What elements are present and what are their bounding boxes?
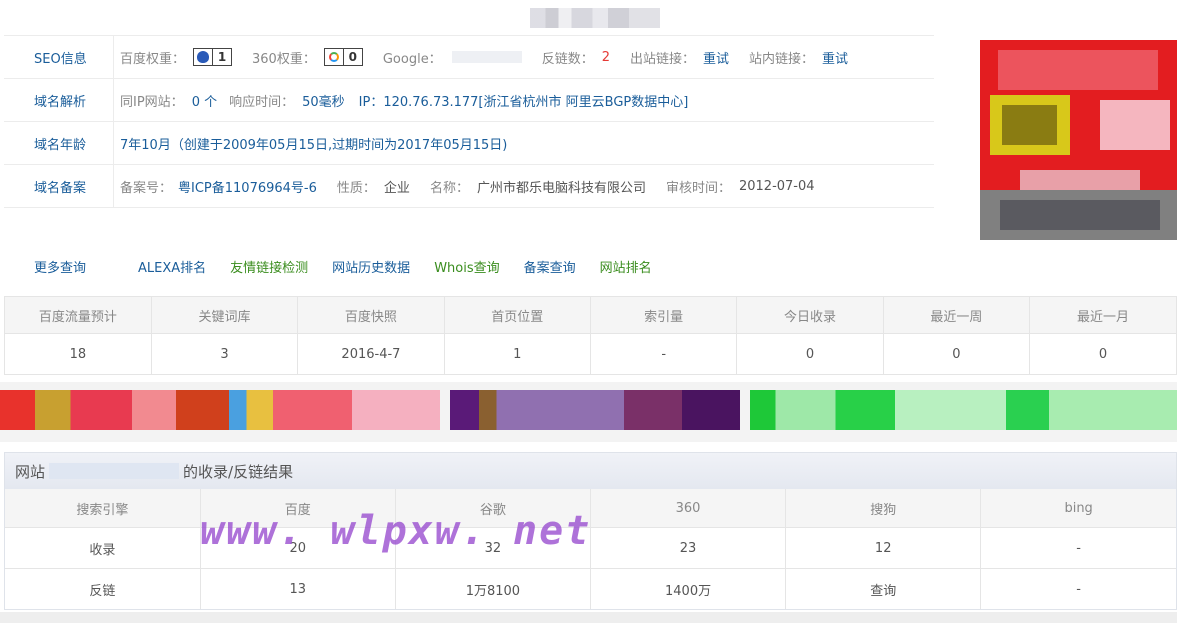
s360-index-value: 23 (590, 527, 787, 569)
site-thumbnail-blurred (980, 40, 1177, 240)
beian-query-link[interactable]: 备案查询 (524, 257, 576, 276)
results-header: 360 (590, 489, 787, 528)
google-label: Google： (382, 51, 442, 67)
beian-no-label: 备案号： (120, 180, 173, 196)
beian-label: 域名备案 (4, 165, 114, 207)
bing-backlink-value: - (980, 568, 1176, 609)
s360-weight-badge[interactable]: 0 (323, 48, 363, 66)
stats-value: 3 (151, 333, 299, 374)
stats-header: 最近一月 (1029, 297, 1176, 334)
results-header: 搜索引擎 (5, 489, 201, 528)
age-value: 7年10月（创建于2009年05月15日,过期时间为2017年05月15日) (120, 137, 508, 153)
baidu-paw-icon (194, 49, 214, 65)
stats-value: 18 (5, 333, 152, 374)
ad-banner-2[interactable] (450, 390, 740, 430)
backlinks-label: 反链数： (541, 51, 594, 67)
stats-value: 1 (444, 333, 592, 374)
stats-value: 0 (883, 333, 1031, 374)
same-ip-label: 同IP网站： (120, 94, 184, 110)
stats-value: 0 (736, 333, 884, 374)
outlinks-label: 出站链接： (629, 51, 695, 67)
stats-value: 2016-4-7 (297, 333, 445, 374)
s360-ring-icon (325, 49, 344, 65)
stats-header: 索引量 (590, 297, 738, 334)
alexa-rank-link[interactable]: ALEXA排名 (138, 257, 206, 276)
stats-header: 今日收录 (736, 297, 884, 334)
dns-row: 域名解析 同IP网站： 0 个 响应时间： 50毫秒 IP：120.76.73.… (4, 79, 934, 122)
ip-value[interactable]: IP：120.76.73.177[浙江省杭州市 阿里云BGP数据中心] (359, 91, 689, 110)
stats-header: 最近一周 (883, 297, 1031, 334)
results-header: 搜狗 (785, 489, 982, 528)
seo-label: SEO信息 (4, 36, 114, 78)
beian-type-value: 企业 (383, 180, 410, 196)
sogou-backlink-query-link[interactable]: 查询 (785, 568, 982, 609)
backlinks-value[interactable]: 2 (602, 50, 610, 65)
whois-link[interactable]: Whois查询 (434, 257, 499, 276)
bing-index-value: - (980, 527, 1176, 569)
stats-value: - (590, 333, 738, 374)
watermark-text: www. wlpxw. net (200, 508, 592, 554)
response-time-value: 50毫秒 (302, 94, 345, 110)
inlinks-retry-link[interactable]: 重试 (822, 48, 848, 67)
s360-weight-label: 360权重： (252, 51, 316, 67)
stats-value: 0 (1029, 333, 1176, 374)
ad-banner-1[interactable] (0, 390, 440, 430)
row-label: 收录 (5, 527, 201, 569)
table-row: 反链 13 1万8100 1400万 查询 - (5, 568, 1176, 609)
stats-table: 百度流量预计 关键词库 百度快照 首页位置 索引量 今日收录 最近一周 最近一月… (4, 296, 1177, 375)
response-time-label: 响应时间： (229, 94, 295, 110)
beian-name-value: 广州市都乐电脑科技有限公司 (476, 180, 646, 196)
beian-row: 域名备案 备案号： 粤ICP备11076964号-6 性质： 企业 名称： 广州… (4, 165, 934, 208)
inlinks-label: 站内链接： (749, 51, 815, 67)
friend-link-check-link[interactable]: 友情链接检测 (230, 257, 308, 276)
stats-header: 百度快照 (297, 297, 445, 334)
more-queries-row: 更多查询 ALEXA排名 友情链接检测 网站历史数据 Whois查询 备案查询 … (4, 245, 1177, 287)
google-backlink-value[interactable]: 1万8100 (395, 568, 591, 609)
site-history-link[interactable]: 网站历史数据 (332, 257, 410, 276)
outlinks-retry-link[interactable]: 重试 (703, 48, 729, 67)
age-row: 域名年龄 7年10月（创建于2009年05月15日,过期时间为2017年05月1… (4, 122, 934, 165)
s360-backlink-value: 1400万 (590, 568, 787, 609)
results-title: 网站 的收录/反链结果 (5, 453, 1176, 489)
stats-header: 首页位置 (444, 297, 592, 334)
results-header: bing (980, 489, 1176, 528)
dns-label: 域名解析 (4, 79, 114, 121)
sogou-index-value[interactable]: 12 (785, 527, 982, 569)
baidu-weight-label: 百度权重： (120, 51, 186, 67)
more-queries-label: 更多查询 (34, 260, 87, 276)
stats-header: 关键词库 (151, 297, 299, 334)
age-label: 域名年龄 (4, 122, 114, 164)
site-title-blurred (530, 8, 660, 28)
beian-type-label: 性质： (336, 180, 376, 196)
beian-time-label: 审核时间： (665, 180, 731, 196)
domain-blurred (49, 463, 180, 479)
beian-time-value: 2012-07-04 (738, 178, 815, 194)
seo-row: SEO信息 百度权重： 1 360权重： 0 Google： 反链数： 2 出站… (4, 36, 934, 79)
baidu-backlink-value: 13 (200, 568, 396, 609)
bottom-bar (0, 612, 1177, 623)
ad-banner-strip (0, 382, 1177, 442)
info-table: SEO信息 百度权重： 1 360权重： 0 Google： 反链数： 2 出站… (4, 35, 934, 208)
same-ip-value[interactable]: 0 个 (192, 91, 217, 110)
beian-no-link[interactable]: 粤ICP备11076964号-6 (178, 177, 317, 196)
row-label: 反链 (5, 568, 201, 609)
stats-header: 百度流量预计 (5, 297, 152, 334)
ad-banner-3[interactable] (750, 390, 1177, 430)
google-value-blurred (451, 51, 522, 63)
beian-name-label: 名称： (429, 180, 469, 196)
baidu-weight-badge[interactable]: 1 (193, 48, 233, 66)
site-rank-link[interactable]: 网站排名 (600, 257, 652, 276)
